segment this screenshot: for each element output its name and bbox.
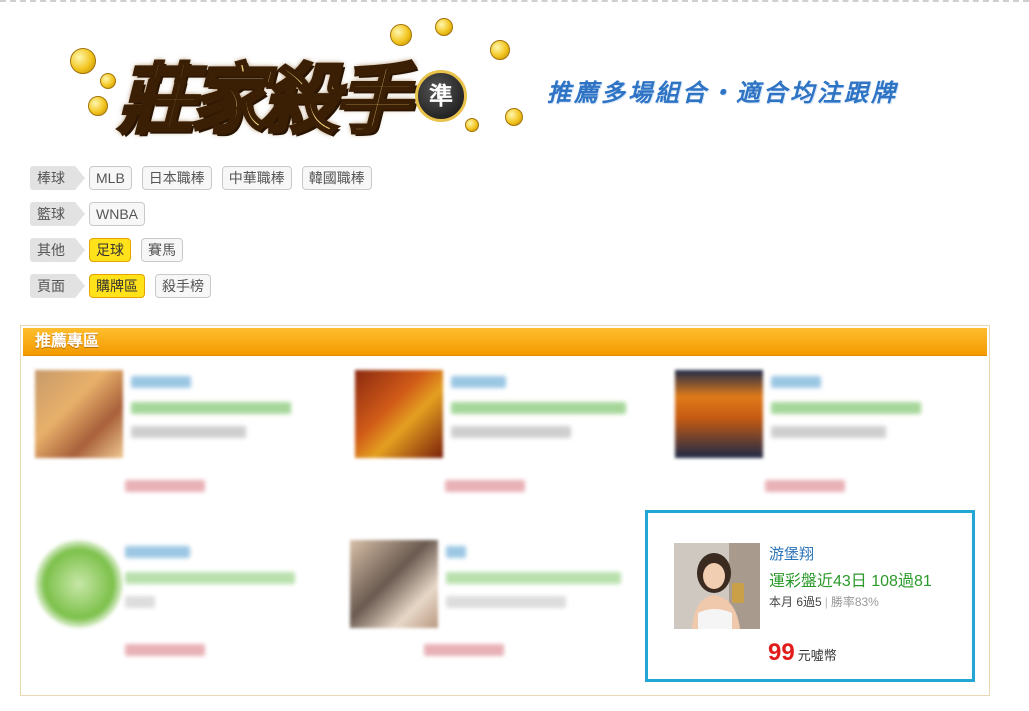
coin-decoration [88, 96, 108, 116]
filter-row-basketball: 籃球 WNBA [30, 201, 382, 227]
price[interactable]: 99 元噓幣 [768, 639, 837, 667]
coin-decoration [70, 48, 96, 74]
filter-panel: 棒球 MLB 日本職棒 中華職棒 韓國職棒 籃球 WNBA 其他 足球 賽馬 頁… [30, 165, 382, 309]
blurred-text [446, 596, 566, 608]
tag-soccer[interactable]: 足球 [89, 238, 131, 262]
banner-slogan: 推薦多場組合・適合均注跟牌 [547, 80, 898, 107]
filter-row-other: 其他 足球 賽馬 [30, 237, 382, 263]
coin-decoration [100, 73, 116, 89]
blurred-text [131, 402, 291, 414]
tag-wnba[interactable]: WNBA [89, 202, 145, 226]
blurred-text [446, 572, 621, 584]
header-banner: 莊家殺手 準 推薦多場組合・適合均注跟牌 [60, 18, 940, 148]
blurred-text [125, 572, 295, 584]
coin-decoration [465, 118, 479, 132]
filter-row-baseball: 棒球 MLB 日本職棒 中華職棒 韓國職棒 [30, 165, 382, 191]
coin-decoration [435, 18, 453, 36]
coin-decoration [490, 40, 510, 60]
win-rate: 勝率83% [830, 595, 879, 609]
filter-row-page: 頁面 購牌區 殺手榜 [30, 273, 382, 299]
tipster-card-blurred[interactable] [355, 370, 675, 540]
tag-purchase-area[interactable]: 購牌區 [89, 274, 145, 298]
tipster-card-blurred[interactable] [35, 540, 355, 710]
tipster-avatar[interactable] [35, 540, 123, 628]
blurred-text [451, 402, 626, 414]
top-dashed-border [0, 0, 1029, 4]
tipster-name[interactable]: 游堡翔 [769, 543, 814, 564]
tipster-card-blurred[interactable] [35, 370, 355, 540]
tag-npb[interactable]: 日本職棒 [141, 166, 212, 190]
blurred-text [451, 426, 571, 438]
tipster-avatar[interactable] [675, 370, 763, 458]
tipster-card-blurred[interactable] [350, 540, 670, 710]
tipster-avatar[interactable] [355, 370, 443, 458]
accuracy-badge: 準 [415, 70, 467, 122]
tag-killer-ranking[interactable]: 殺手榜 [155, 274, 211, 298]
blurred-text [131, 426, 246, 438]
tipster-record: 運彩盤近43日 108過81 [769, 573, 932, 590]
category-label: 棒球 [30, 166, 85, 190]
featured-tipster-card[interactable]: 游堡翔 運彩盤近43日 108過81 本月 6過5 | 勝率83% 99 元噓幣 [645, 510, 975, 682]
blurred-text [771, 426, 886, 438]
blurred-text [424, 644, 504, 656]
tag-cpbl[interactable]: 中華職棒 [221, 166, 292, 190]
blurred-text [125, 644, 205, 656]
blurred-text [125, 596, 155, 608]
panel-header: 推薦專區 [23, 328, 987, 356]
person-photo-icon [674, 543, 760, 629]
blurred-text [771, 376, 821, 388]
blurred-text [445, 480, 525, 492]
blurred-text [771, 402, 921, 414]
blurred-text [125, 546, 190, 558]
monthly-stats: 本月 6過5 | 勝率83% [769, 593, 879, 610]
tipster-avatar[interactable] [350, 540, 438, 628]
price-unit: 元噓幣 [797, 648, 837, 663]
blurred-text [125, 480, 205, 492]
blurred-text [451, 376, 506, 388]
tag-mlb[interactable]: MLB [89, 166, 132, 190]
blurred-text [446, 546, 466, 558]
tipster-photo[interactable] [674, 543, 760, 629]
tipster-avatar[interactable] [35, 370, 123, 458]
category-label: 籃球 [30, 202, 85, 226]
category-label: 頁面 [30, 274, 85, 298]
tag-horse-racing[interactable]: 賽馬 [141, 238, 183, 262]
divider: | [824, 595, 828, 609]
tag-kbo[interactable]: 韓國職棒 [301, 166, 372, 190]
monthly-record: 本月 6過5 [769, 595, 822, 609]
blurred-text [131, 376, 191, 388]
blurred-text [765, 480, 845, 492]
panel-title: 推薦專區 [35, 333, 100, 350]
category-label: 其他 [30, 238, 85, 262]
price-value: 99 [768, 639, 795, 666]
site-logo[interactable]: 莊家殺手 [117, 38, 412, 148]
coin-decoration [505, 108, 523, 126]
